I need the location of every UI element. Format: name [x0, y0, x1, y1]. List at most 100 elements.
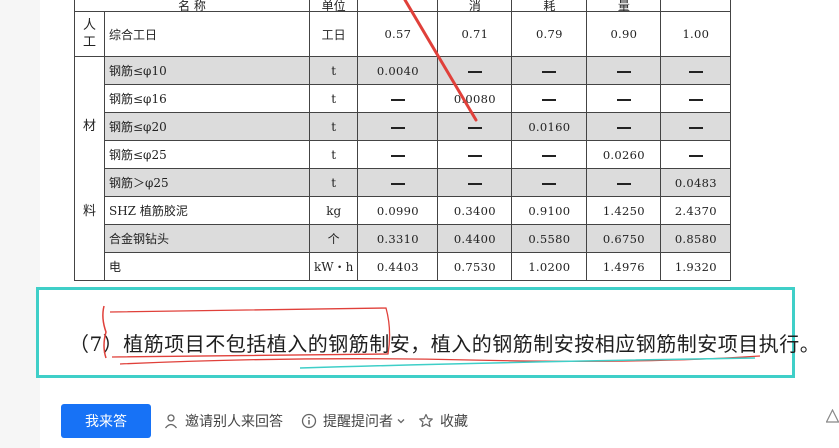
item-unit: kg [308, 196, 359, 225]
value-cell: 0.9100 [511, 196, 588, 225]
item-unit: kW・h [308, 252, 359, 281]
note-text: （7）植筋项目不包括植入的钢筋制安，植入的钢筋制安按相应钢筋制安项目执行。 [69, 328, 820, 357]
category-material: 材料 [74, 56, 105, 281]
value-cell: 0.6750 [586, 224, 662, 253]
item-name: 合金钢钻头 [104, 224, 310, 253]
empty-value-dash [688, 154, 703, 157]
user-icon [164, 414, 178, 429]
empty-value-dash [390, 126, 405, 129]
value-cell [586, 56, 662, 85]
value-cell: 2.4370 [660, 196, 732, 225]
empty-value-dash [390, 154, 405, 157]
value-cell [511, 168, 588, 197]
note-body: 植筋项目不包括植入的钢筋制安，植入的钢筋制安按相应钢筋制安项目执行。 [123, 332, 821, 356]
header-consumption-2: 耗 [511, 0, 588, 12]
table-row: 材料 钢筋≤φ10 t 0.0040 [74, 56, 732, 281]
chevron-down-icon [397, 419, 405, 424]
empty-value-dash [542, 154, 557, 157]
value-cell [437, 168, 513, 197]
remind-asker-link[interactable]: 提醒提问者 [301, 411, 406, 431]
empty-value-dash [467, 70, 482, 73]
remind-asker-label: 提醒提问者 [323, 413, 393, 429]
item-unit: t [308, 84, 359, 113]
item-name: 钢筋≤φ25 [104, 140, 310, 169]
warning-icon[interactable] [826, 409, 839, 423]
value-cell: 0.0990 [357, 196, 439, 225]
value-cell: 0.5580 [511, 224, 588, 253]
value-cell: 0.71 [437, 11, 513, 57]
empty-value-dash [616, 70, 631, 73]
empty-value-dash [467, 154, 482, 157]
item-unit: t [308, 112, 359, 141]
info-icon [301, 413, 317, 429]
item-name: 钢筋＞φ25 [104, 168, 310, 197]
table-row: 钢筋≤φ25 t 0.0260 [75, 140, 732, 169]
value-cell [660, 56, 732, 85]
value-cell: 0.0483 [660, 168, 732, 197]
left-gutter [0, 0, 40, 448]
empty-value-dash [542, 70, 557, 73]
value-cell: 0.8580 [660, 224, 732, 253]
value-cell [357, 112, 439, 141]
collect-link[interactable]: 收藏 [418, 411, 468, 431]
empty-value-dash [688, 70, 703, 73]
answer-action-bar: 我来答 邀请别人来回答 提醒提问者 收藏 [61, 404, 468, 438]
value-cell [586, 112, 662, 141]
note-prefix: （7） [69, 332, 124, 356]
value-cell: 0.3400 [437, 196, 513, 225]
value-cell: 1.4250 [586, 196, 662, 225]
value-cell: 0.7530 [437, 252, 513, 281]
value-cell: 1.0200 [511, 252, 588, 281]
value-cell [437, 112, 513, 141]
item-unit: t [308, 56, 359, 85]
item-unit: t [308, 168, 359, 197]
value-cell [357, 84, 439, 113]
empty-value-dash [616, 182, 631, 185]
value-cell: 0.3310 [357, 224, 439, 253]
item-unit: 个 [308, 224, 359, 253]
empty-value-dash [688, 126, 703, 129]
header-consumption-3: 量 [586, 0, 662, 12]
item-name: 钢筋≤φ20 [104, 112, 310, 141]
empty-value-dash [542, 98, 557, 101]
value-cell: 0.90 [586, 11, 662, 57]
category-labor: 人工 [74, 11, 105, 57]
invite-answer-label: 邀请别人来回答 [185, 413, 283, 429]
empty-value-dash [616, 98, 631, 101]
header-name: 名 称 [74, 0, 310, 12]
item-unit: 工日 [308, 11, 359, 57]
value-cell [437, 56, 513, 85]
value-cell [586, 84, 662, 113]
answer-button[interactable]: 我来答 [61, 404, 151, 438]
value-cell [511, 56, 588, 85]
table-row: 钢筋≤φ16 t 0.0080 [75, 84, 732, 113]
value-cell: 0.0080 [437, 84, 513, 113]
table-header-row: 名 称 单位 消 耗 量 [74, 0, 732, 12]
value-cell: 1.9320 [660, 252, 732, 281]
empty-value-dash [390, 98, 405, 101]
invite-answer-link[interactable]: 邀请别人来回答 [163, 411, 283, 431]
table-row: 钢筋＞φ25 t 0.0483 [75, 168, 732, 197]
collect-label: 收藏 [440, 413, 468, 429]
item-name: 钢筋≤φ16 [104, 84, 310, 113]
header-consumption-1: 消 [437, 0, 513, 12]
empty-value-dash [688, 98, 703, 101]
value-cell [511, 84, 588, 113]
value-cell: 1.00 [660, 11, 732, 57]
header-unit: 单位 [308, 0, 359, 12]
value-cell [357, 168, 439, 197]
value-cell: 0.0040 [357, 56, 439, 85]
star-icon [419, 413, 433, 428]
value-cell: 1.4976 [586, 252, 662, 281]
item-name: 综合工日 [104, 11, 310, 57]
table-row: 合金钢钻头 个 0.3310 0.4400 0.5580 0.6750 0.85… [75, 224, 732, 253]
empty-value-dash [616, 126, 631, 129]
value-cell: 0.57 [357, 11, 439, 57]
table-row: 电 kW・h 0.4403 0.7530 1.0200 1.4976 1.932… [75, 252, 732, 281]
value-cell [437, 140, 513, 169]
value-cell: 0.4400 [437, 224, 513, 253]
item-unit: t [308, 140, 359, 169]
value-cell: 0.4403 [357, 252, 439, 281]
empty-value-dash [542, 182, 557, 185]
table-row: SHZ 植筋胶泥 kg 0.0990 0.3400 0.9100 1.4250 … [75, 196, 732, 225]
